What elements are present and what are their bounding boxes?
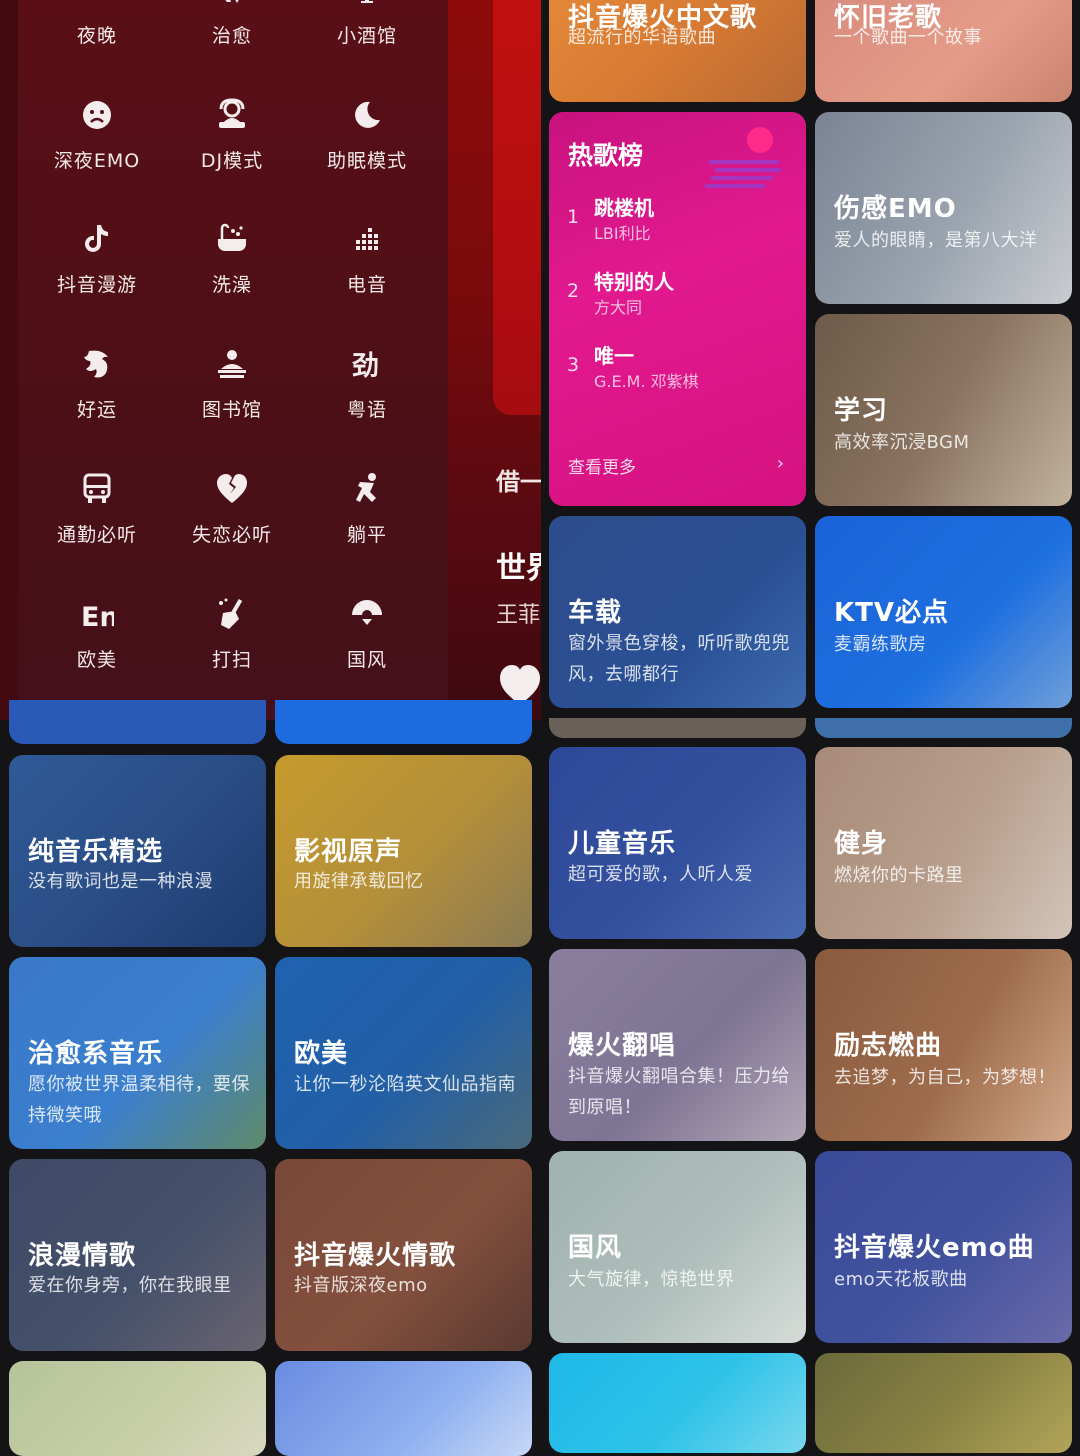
night-icon xyxy=(81,0,111,6)
svg-text:z: z xyxy=(370,105,375,115)
playlist-card-study[interactable]: 学习 高效率沉浸BGM xyxy=(815,314,1072,506)
playlist-card-western[interactable]: 欧美 让你一秒沦陷英文仙品指南 xyxy=(275,957,532,1149)
playlist-card-partial[interactable] xyxy=(815,718,1072,738)
dj-icon xyxy=(219,98,245,128)
playlist-card-partial[interactable] xyxy=(9,700,266,744)
mood-heartbreak[interactable]: 失恋必听 xyxy=(162,472,302,547)
svg-text:劲: 劲 xyxy=(352,351,379,381)
mood-western[interactable]: En 欧美 xyxy=(27,597,167,672)
mood-lying-flat[interactable]: 躺平 xyxy=(297,472,437,547)
svg-text:En: En xyxy=(81,602,114,631)
mood-edm[interactable]: 电音 xyxy=(297,222,437,297)
en-icon: En xyxy=(81,602,114,631)
playlist-card-inspiring[interactable]: 励志燃曲 去追梦，为自己，为梦想！ xyxy=(815,949,1072,1141)
moon-sleep-icon: z xyxy=(355,101,380,128)
album-art-edge xyxy=(493,0,541,415)
chart-song-title[interactable]: 跳楼机 xyxy=(594,192,654,221)
chart-song-artist: 方大同 xyxy=(594,298,643,317)
playlist-card-healing-music[interactable]: 治愈系音乐 愿你被世界温柔相待，要保持微笑哦 xyxy=(9,957,266,1149)
playlist-card-douyin-chinese[interactable]: 抖音爆火中文歌 超流行的华语歌曲 xyxy=(549,0,806,102)
mood-bath[interactable]: 洗澡 xyxy=(162,222,302,297)
now-playing-artist: 王菲 xyxy=(496,603,541,628)
chart-song-title[interactable]: 唯一 xyxy=(594,340,634,369)
playlist-card-douyin-emo[interactable]: 抖音爆火emo曲 emo天花板歌曲 xyxy=(815,1151,1072,1343)
mood-douyin-roam[interactable]: 抖音漫游 xyxy=(27,222,167,297)
mood-dj[interactable]: DJ模式 xyxy=(162,98,302,173)
tavern-icon xyxy=(361,0,373,3)
playlist-card-fitness[interactable]: 健身 燃烧你的卡路里 xyxy=(815,747,1072,939)
mood-library[interactable]: 图书馆 xyxy=(162,347,302,422)
playlist-card-romance[interactable]: 浪漫情歌 爱在你身旁，你在我眼里 xyxy=(9,1159,266,1351)
mood-commute[interactable]: 通勤必听 xyxy=(27,472,167,547)
chart-song-artist: G.E.M. 邓紫棋 xyxy=(594,372,699,391)
mood-late-night-emo[interactable]: 深夜EMO xyxy=(27,98,167,173)
hot-chart-title: 热歌榜 xyxy=(568,141,644,170)
chinese-fan-icon xyxy=(352,600,382,625)
lying-flat-icon xyxy=(356,473,376,502)
broom-icon xyxy=(219,598,243,629)
playlist-card-old-songs[interactable]: 怀旧老歌 一个歌曲一个故事 xyxy=(815,0,1072,102)
playlist-card-partial[interactable] xyxy=(275,1361,532,1456)
playlist-card-partial[interactable] xyxy=(549,718,806,738)
chart-song-title[interactable]: 特别的人 xyxy=(594,266,674,295)
now-playing-line: 借一 xyxy=(496,468,541,496)
sad-face-icon xyxy=(83,101,111,129)
playlist-card-partial[interactable] xyxy=(9,1361,266,1456)
playlist-card-covers[interactable]: 爆火翻唱 抖音爆火翻唱合集！压力给到原唱！ xyxy=(549,949,806,1141)
equalizer-icon xyxy=(356,228,378,250)
playlist-card-film-ost[interactable]: 影视原声 用旋律承载回忆 xyxy=(275,755,532,947)
mood-lucky[interactable]: 好运 xyxy=(27,347,167,422)
mood-cleaning[interactable]: 打扫 xyxy=(162,597,302,672)
playlist-card-douyin-love[interactable]: 抖音爆火情歌 抖音版深夜emo xyxy=(275,1159,532,1351)
mood-cantonese[interactable]: 劲 粤语 xyxy=(297,347,437,422)
playlist-card-pure-music[interactable]: 纯音乐精选 没有歌词也是一种浪漫 xyxy=(9,755,266,947)
chevron-right-icon[interactable]: › xyxy=(777,453,784,474)
mood-sleep[interactable]: z 助眠模式 xyxy=(297,98,437,173)
mood-panel: 借一 世界 王菲 夜晚 治愈 小酒馆 深夜EMO DJ模式 z 助眠模式 抖音漫… xyxy=(0,0,541,720)
tiktok-icon xyxy=(85,225,108,252)
bus-icon xyxy=(83,473,111,503)
broken-heart-icon xyxy=(217,474,247,503)
playlist-card-ktv[interactable]: KTV必点 麦霸练歌房 xyxy=(815,516,1072,708)
playlist-card-guofeng[interactable]: 国风 大气旋律，惊艳世界 xyxy=(549,1151,806,1343)
cantonese-icon: 劲 xyxy=(352,351,379,381)
playlist-card-sad-emo[interactable]: 伤感EMO 爱人的眼睛，是第八大洋 xyxy=(815,112,1072,304)
playlist-card-partial[interactable] xyxy=(815,1353,1072,1453)
playlist-card-partial[interactable] xyxy=(549,1353,806,1453)
chart-decoration-icon xyxy=(705,127,781,188)
lucky-icon xyxy=(84,350,108,378)
hot-chart-card[interactable]: 热歌榜 1 跳楼机 LBI利比 2 特别的人 方大同 3 唯一 G.E.M. 邓… xyxy=(549,112,806,506)
playlist-card-partial[interactable] xyxy=(275,700,532,744)
chart-song-artist: LBI利比 xyxy=(594,224,651,243)
panel-edge xyxy=(0,0,18,720)
now-playing-song: 世界 xyxy=(496,551,541,586)
playlist-card-kids[interactable]: 儿童音乐 超可爱的歌，人听人爱 xyxy=(549,747,806,939)
playlist-card-car[interactable]: 车载 窗外景色穿梭，听听歌兜兜风，去哪都行 xyxy=(549,516,806,708)
library-icon xyxy=(218,350,246,378)
see-more-link[interactable]: 查看更多 xyxy=(568,453,636,478)
mood-guofeng[interactable]: 国风 xyxy=(297,597,437,672)
bathtub-icon xyxy=(218,223,246,251)
healing-icon xyxy=(225,0,239,3)
